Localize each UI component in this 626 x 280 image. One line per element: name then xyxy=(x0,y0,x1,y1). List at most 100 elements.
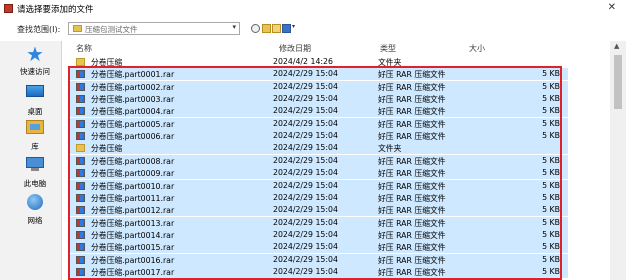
column-header-date[interactable]: 修改日期 xyxy=(279,43,311,54)
file-date: 2024/2/29 15:04 xyxy=(273,205,338,215)
scrollbar-thumb[interactable] xyxy=(614,55,622,109)
column-header-size[interactable]: 大小 xyxy=(469,43,485,54)
file-type: 好压 RAR 压缩文件 xyxy=(378,107,446,117)
file-row[interactable]: 分卷压缩.part0006.rar 2024/2/29 15:04 好压 RAR 压… xyxy=(70,130,568,143)
app-icon xyxy=(4,4,13,13)
file-row[interactable]: 分卷压缩.part0009.rar 2024/2/29 15:04 好压 RAR 压… xyxy=(70,167,568,180)
rar-archive-icon xyxy=(76,230,85,239)
file-size: 5 KB xyxy=(542,94,560,104)
rar-archive-icon xyxy=(76,206,85,215)
place-label: 快速访问 xyxy=(20,67,50,76)
file-row[interactable]: 分卷压缩.part0015.rar 2024/2/29 15:04 好压 RAR 压… xyxy=(70,241,568,254)
file-row[interactable]: 分卷压缩.part0013.rar 2024/2/29 15:04 好压 RAR 压… xyxy=(70,216,568,229)
column-header-type[interactable]: 类型 xyxy=(380,43,396,54)
file-row[interactable]: 分卷压缩.part0008.rar 2024/2/29 15:04 好压 RAR 压… xyxy=(70,154,568,167)
place-library[interactable]: 库 xyxy=(12,118,58,152)
look-in-label: 查找范围(I): xyxy=(17,25,61,34)
folder-row[interactable]: 分卷压缩 2024/4/2 14:26 文件夹 xyxy=(70,56,568,68)
file-date: 2024/2/29 15:04 xyxy=(273,266,338,276)
rar-archive-icon xyxy=(76,107,85,116)
file-size: 5 KB xyxy=(542,131,560,141)
look-in-dropdown[interactable]: 压缩包测试文件 ▾ xyxy=(68,22,240,35)
place-desktop[interactable]: 桌面 xyxy=(12,83,58,117)
file-name: 分卷压缩.part0001.rar xyxy=(91,70,175,80)
file-date: 2024/2/29 15:04 xyxy=(273,143,338,153)
star-icon: ★ xyxy=(26,42,44,66)
file-row[interactable]: 分卷压缩.part0011.rar 2024/2/29 15:04 好压 RAR 压… xyxy=(70,191,568,204)
file-type: 文件夹 xyxy=(378,58,402,67)
place-quick-access[interactable]: ★ 快速访问 xyxy=(12,42,58,77)
file-size: 5 KB xyxy=(542,106,560,116)
file-size: 5 KB xyxy=(542,168,560,178)
file-type: 好压 RAR 压缩文件 xyxy=(378,193,446,203)
file-date: 2024/2/29 15:04 xyxy=(273,168,338,178)
file-type: 好压 RAR 压缩文件 xyxy=(378,156,446,166)
file-size: 5 KB xyxy=(542,192,560,202)
rar-archive-icon xyxy=(76,132,85,141)
file-name: 分卷压缩.part0003.rar xyxy=(91,95,175,105)
file-type: 好压 RAR 压缩文件 xyxy=(378,267,446,277)
file-type: 好压 RAR 压缩文件 xyxy=(378,95,446,105)
file-name: 分卷压缩.part0017.rar xyxy=(91,267,175,277)
up-folder-button[interactable] xyxy=(262,24,271,33)
file-name: 分卷压缩.part0008.rar xyxy=(91,156,175,166)
place-label: 此电脑 xyxy=(23,179,47,188)
file-name: 分卷压缩.part0006.rar xyxy=(91,132,175,142)
file-date: 2024/2/29 15:04 xyxy=(273,69,338,79)
place-this-pc[interactable]: 此电脑 xyxy=(12,155,58,189)
file-size: 5 KB xyxy=(542,242,560,252)
vertical-scrollbar[interactable]: ▲ xyxy=(610,41,626,280)
file-date: 2024/2/29 15:04 xyxy=(273,155,338,165)
file-type: 好压 RAR 压缩文件 xyxy=(378,206,446,216)
rar-archive-icon xyxy=(76,267,85,276)
file-row[interactable]: 分卷压缩.part0014.rar 2024/2/29 15:04 好压 RAR 压… xyxy=(70,228,568,241)
file-row[interactable]: 分卷压缩.part0002.rar 2024/2/29 15:04 好压 RAR 压… xyxy=(70,80,568,93)
file-type: 好压 RAR 压缩文件 xyxy=(378,243,446,253)
file-size: 5 KB xyxy=(542,180,560,190)
back-button[interactable] xyxy=(251,24,260,33)
file-size: 5 KB xyxy=(542,229,560,239)
network-icon xyxy=(25,194,45,212)
computer-icon xyxy=(25,157,45,175)
rar-archive-icon xyxy=(76,95,85,104)
file-date: 2024/2/29 15:04 xyxy=(273,217,338,227)
file-row[interactable]: 分卷压缩.part0003.rar 2024/2/29 15:04 好压 RAR 压… xyxy=(70,93,568,106)
file-row[interactable]: 分卷压缩.part0001.rar 2024/2/29 15:04 好压 RAR 压… xyxy=(70,68,568,81)
file-row[interactable]: 分卷压缩.part0017.rar 2024/2/29 15:04 好压 RAR 压… xyxy=(70,265,568,278)
file-type: 文件夹 xyxy=(378,144,402,154)
file-name: 分卷压缩 xyxy=(91,144,123,154)
look-in-value: 压缩包测试文件 xyxy=(85,25,138,34)
view-menu-chevron-icon[interactable]: ▾ xyxy=(292,23,295,30)
place-network[interactable]: 网络 xyxy=(12,193,58,226)
folder-icon xyxy=(73,25,82,32)
rar-archive-icon xyxy=(76,181,85,190)
file-type: 好压 RAR 压缩文件 xyxy=(378,132,446,142)
new-folder-button[interactable] xyxy=(272,24,281,33)
file-row[interactable]: 分卷压缩.part0012.rar 2024/2/29 15:04 好压 RAR 压… xyxy=(70,204,568,217)
file-type: 好压 RAR 压缩文件 xyxy=(378,82,446,92)
close-icon[interactable]: ✕ xyxy=(608,2,616,13)
file-date: 2024/4/2 14:26 xyxy=(273,57,333,66)
file-type: 好压 RAR 压缩文件 xyxy=(378,169,446,179)
file-name: 分卷压缩.part0009.rar xyxy=(91,169,175,179)
file-date: 2024/2/29 15:04 xyxy=(273,81,338,91)
file-size: 5 KB xyxy=(542,217,560,227)
scroll-up-icon[interactable]: ▲ xyxy=(614,42,619,50)
view-menu-button[interactable] xyxy=(282,24,291,33)
file-size: 5 KB xyxy=(542,81,560,91)
file-date: 2024/2/29 15:04 xyxy=(273,180,338,190)
places-bar: ★ 快速访问 桌面 库 此电脑 网络 xyxy=(0,41,62,280)
folder-row[interactable]: 分卷压缩 2024/2/29 15:04 文件夹 xyxy=(70,142,568,155)
file-row[interactable]: 分卷压缩.part0016.rar 2024/2/29 15:04 好压 RAR 压… xyxy=(70,253,568,266)
file-size: 5 KB xyxy=(542,254,560,264)
file-date: 2024/2/29 15:04 xyxy=(273,242,338,252)
file-row[interactable]: 分卷压缩.part0005.rar 2024/2/29 15:04 好压 RAR 压… xyxy=(70,117,568,130)
column-header-name[interactable]: 名称 xyxy=(76,43,92,54)
file-name: 分卷压缩.part0013.rar xyxy=(91,218,175,228)
file-date: 2024/2/29 15:04 xyxy=(273,118,338,128)
file-row[interactable]: 分卷压缩.part0010.rar 2024/2/29 15:04 好压 RAR 压… xyxy=(70,179,568,192)
chevron-down-icon[interactable]: ▾ xyxy=(232,23,236,31)
rar-archive-icon xyxy=(76,119,85,128)
file-row[interactable]: 分卷压缩.part0004.rar 2024/2/29 15:04 好压 RAR 压… xyxy=(70,105,568,118)
file-date: 2024/2/29 15:04 xyxy=(273,254,338,264)
